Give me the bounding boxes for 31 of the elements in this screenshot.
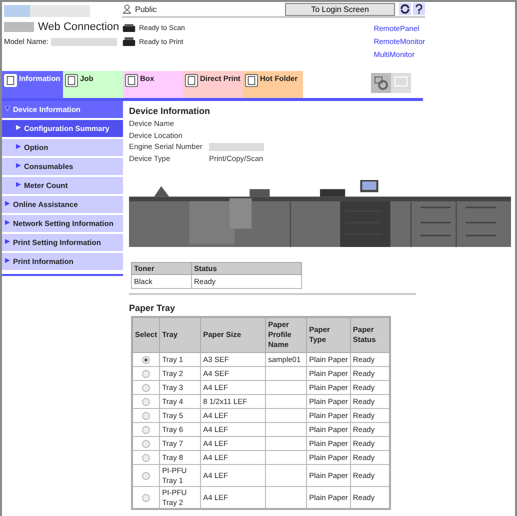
triangle-icon (16, 162, 21, 168)
app-title: Web Connection (38, 21, 120, 33)
triangle-icon (16, 144, 21, 148)
radio-button[interactable] (142, 494, 150, 502)
triangle-icon (5, 258, 10, 262)
user-name: Public (135, 4, 157, 14)
radio-button[interactable] (142, 440, 150, 448)
triangle-icon (5, 200, 10, 206)
refresh-icon[interactable] (399, 3, 411, 15)
radio-button[interactable] (142, 370, 150, 378)
section-heading: Device Information (129, 106, 212, 116)
triangle-icon (16, 182, 21, 186)
radio-button[interactable] (142, 454, 150, 462)
radio-button[interactable] (142, 426, 150, 434)
triangle-icon (5, 238, 10, 244)
section-heading: Paper Tray (129, 303, 176, 313)
radio-button[interactable] (142, 472, 150, 480)
triangle-icon (5, 106, 10, 110)
radio-button[interactable] (142, 412, 150, 420)
radio-button[interactable] (142, 398, 150, 406)
user-icon (122, 4, 132, 14)
login-button[interactable]: To Login Screen (285, 2, 395, 16)
radio-button[interactable] (142, 356, 150, 364)
redacted-text-placeholder (4, 22, 34, 32)
triangle-icon (5, 220, 10, 224)
radio-button[interactable] (142, 384, 150, 392)
triangle-icon (16, 124, 21, 130)
help-icon[interactable] (413, 3, 425, 15)
redacted-text-placeholder (50, 38, 117, 46)
redacted-text-placeholder (209, 142, 264, 151)
scanner-icon (122, 22, 136, 34)
